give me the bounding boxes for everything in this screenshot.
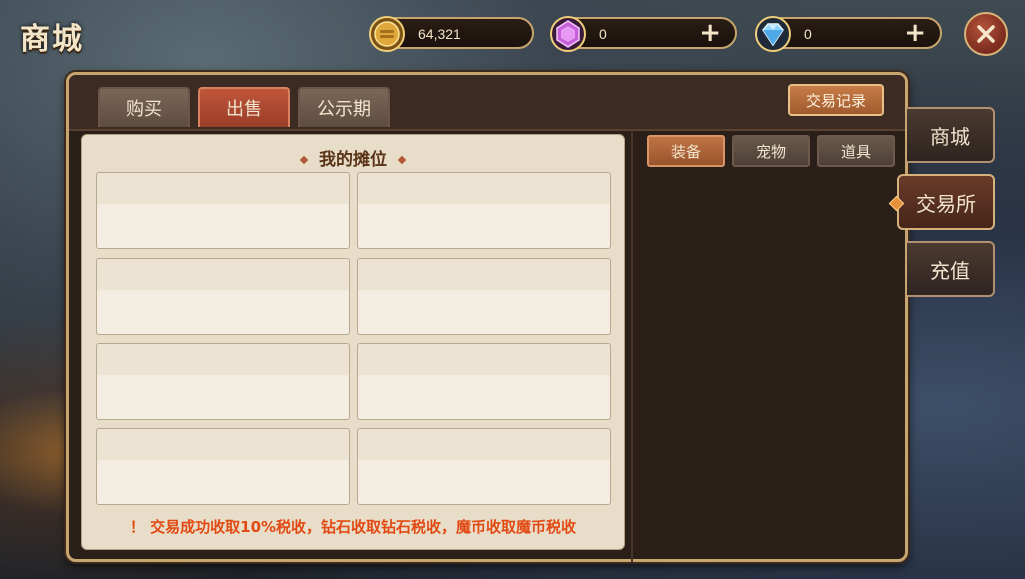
stall-slot-6[interactable] (357, 343, 611, 420)
stall-slot-3[interactable] (96, 258, 350, 335)
tab-buy[interactable]: 购买 (98, 87, 190, 127)
stall-title-text: 我的摊位 (319, 150, 387, 170)
stall-title: 我的摊位 (82, 145, 624, 170)
close-icon (977, 25, 995, 43)
subtab-items[interactable]: 道具 (817, 135, 895, 167)
side-nav-recharge[interactable]: 充值 (907, 241, 995, 297)
stall-slot-4[interactable] (357, 258, 611, 335)
gem-counter: 0 + (550, 16, 737, 52)
diamond-icon (754, 15, 792, 53)
gem-value: 0 (599, 26, 607, 42)
side-nav-label: 商城 (930, 124, 970, 149)
side-nav-label: 充值 (930, 258, 970, 283)
stall-slot-5[interactable] (96, 343, 350, 420)
trade-panel: 购买 出售 公示期 交易记录 我的摊位 ！ 交易成功收取10%税收，钻石收取钻石… (66, 72, 908, 562)
subtab-pets[interactable]: 宠物 (732, 135, 810, 167)
stall-slot-8[interactable] (357, 428, 611, 505)
tax-notice: ！ 交易成功收取10%税收，钻石收取钻石税收，魔币收取魔币税收 (129, 518, 577, 536)
stall-slot-2[interactable] (357, 172, 611, 249)
panel-divider (631, 129, 633, 562)
add-gem-button[interactable]: + (699, 19, 721, 47)
stall-slot-7[interactable] (96, 428, 350, 505)
subtab-equipment[interactable]: 装备 (647, 135, 725, 167)
inventory-area: 装备 宠物 道具 (635, 129, 905, 559)
side-nav-exchange[interactable]: 交易所 (888, 174, 995, 230)
tab-sell[interactable]: 出售 (198, 87, 290, 127)
side-nav-label: 交易所 (916, 191, 976, 216)
diamond-value: 0 (804, 26, 812, 42)
coin-counter: 64,321 (369, 16, 534, 52)
coin-value: 64,321 (418, 26, 461, 42)
stall-slot-1[interactable] (96, 172, 350, 249)
add-diamond-button[interactable]: + (904, 19, 926, 47)
page-title: 商城 (20, 22, 84, 57)
panel-header: 购买 出售 公示期 交易记录 (69, 75, 905, 131)
gold-coin-icon (368, 15, 406, 53)
purple-gem-icon (549, 15, 587, 53)
my-stall-area: 我的摊位 ！ 交易成功收取10%税收，钻石收取钻石税收，魔币收取魔币税收 (81, 134, 625, 550)
diamond-ornament-icon (299, 155, 309, 165)
diamond-ornament-icon (397, 155, 407, 165)
trade-record-button[interactable]: 交易记录 (788, 84, 884, 116)
diamond-counter: 0 + (755, 16, 942, 52)
tab-publicity[interactable]: 公示期 (298, 87, 390, 127)
side-nav-shop[interactable]: 商城 (907, 107, 995, 163)
close-button[interactable] (964, 12, 1008, 56)
